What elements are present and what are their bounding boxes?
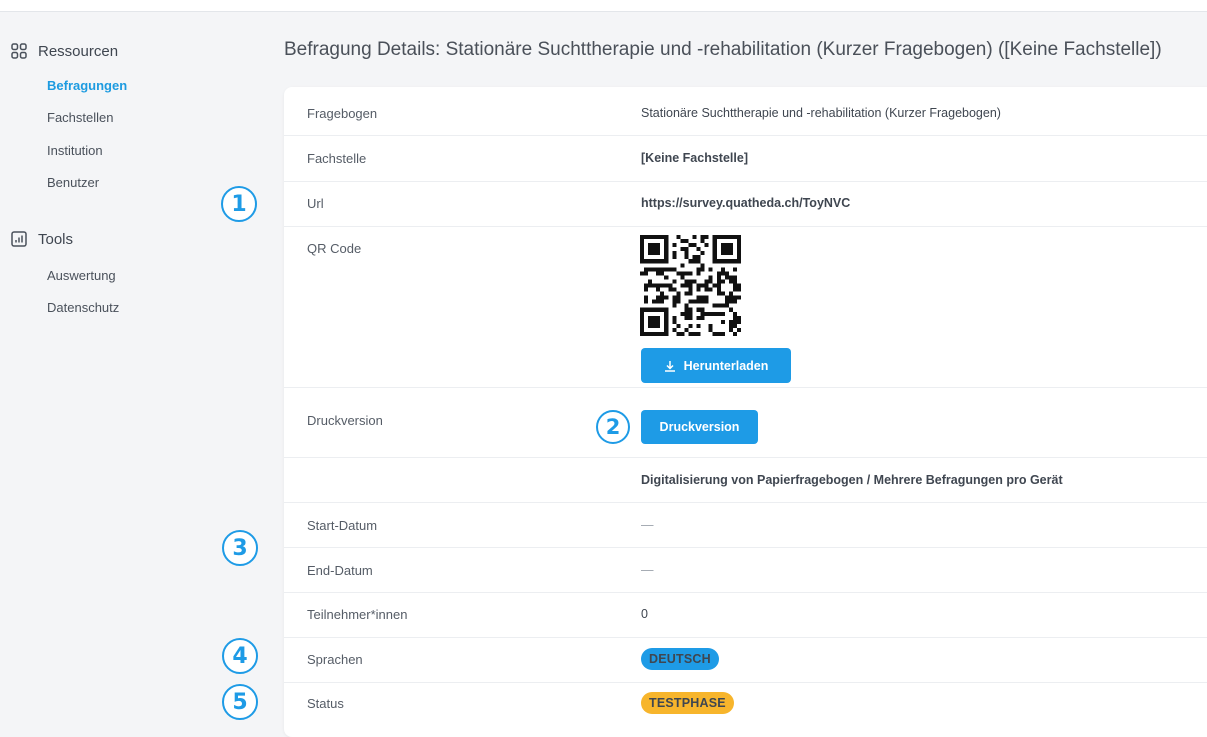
sidebar-item-institution[interactable]: Institution — [47, 143, 103, 158]
status-badge: TESTPHASE — [641, 692, 734, 714]
callout-marker-4: 4 — [222, 638, 258, 674]
row-label: End-Datum — [307, 563, 373, 578]
row-label: Url — [307, 196, 324, 211]
callout-marker-1: 1 — [221, 186, 257, 222]
detail-row-qr-code: QR Code Herunterladen — [284, 226, 1207, 388]
fragebogen-value: Stationäre Suchttherapie und -rehabilita… — [641, 106, 1001, 120]
qr-code-image — [640, 235, 741, 336]
download-icon — [664, 360, 676, 372]
sidebar-group-label: Ressourcen — [38, 42, 119, 60]
row-label: QR Code — [307, 241, 362, 256]
row-label: Teilnehmer*innen — [307, 607, 408, 622]
detail-row-sprachen: Sprachen DEUTSCH — [284, 637, 1207, 683]
sidebar-item-auswertung[interactable]: Auswertung — [47, 268, 116, 283]
detail-row-start-datum: Start-Datum — — [284, 502, 1207, 548]
sidebar-item-befragungen[interactable]: Befragungen — [47, 78, 127, 93]
row-label: Druckversion — [307, 413, 383, 428]
end-datum-value: — — [641, 563, 654, 577]
detail-row-end-datum: End-Datum — — [284, 547, 1207, 593]
detail-row-teilnehmer: Teilnehmer*innen 0 — [284, 592, 1207, 638]
detail-row-druckversion: Druckversion Druckversion — [284, 387, 1207, 458]
detail-row-url: Url https://survey.quatheda.ch/ToyNVC — [284, 181, 1207, 227]
page-title: Befragung Details: Stationäre Suchtthera… — [284, 39, 1162, 60]
chart-icon — [10, 230, 28, 248]
sidebar-item-datenschutz[interactable]: Datenschutz — [47, 300, 119, 315]
language-badge: DEUTSCH — [641, 648, 719, 670]
grid-icon — [10, 42, 28, 60]
row-label: Sprachen — [307, 652, 363, 667]
row-label: Status — [307, 696, 344, 711]
row-label: Fragebogen — [307, 106, 378, 121]
detail-row-status: Status TESTPHASE — [284, 682, 1207, 727]
details-card: Fragebogen Stationäre Suchttherapie und … — [284, 87, 1207, 737]
download-label: Herunterladen — [683, 358, 769, 373]
start-datum-value: — — [641, 518, 654, 532]
row-label: Fachstelle — [307, 151, 367, 166]
sidebar-item-benutzer[interactable]: Benutzer — [47, 175, 99, 190]
survey-url-link[interactable]: https://survey.quatheda.ch/ToyNVC — [641, 196, 850, 210]
callout-marker-2: 2 — [596, 410, 630, 444]
fachstelle-link[interactable]: [Keine Fachstelle] — [641, 151, 748, 165]
row-label: Start-Datum — [307, 518, 378, 533]
druckversion-button[interactable]: Druckversion — [641, 410, 758, 444]
digitalisierung-link[interactable]: Digitalisierung von Papierfragebogen / M… — [641, 473, 1063, 487]
detail-row-digitalisierung: Digitalisierung von Papierfragebogen / M… — [284, 457, 1207, 503]
callout-marker-3: 3 — [222, 530, 258, 566]
detail-row-fragebogen: Fragebogen Stationäre Suchttherapie und … — [284, 87, 1207, 136]
sidebar-group-tools[interactable]: Tools — [10, 230, 73, 248]
top-bar — [0, 0, 1207, 12]
callout-marker-5: 5 — [222, 684, 258, 720]
sidebar-item-fachstellen[interactable]: Fachstellen — [47, 110, 113, 125]
detail-row-fachstelle: Fachstelle [Keine Fachstelle] — [284, 135, 1207, 182]
sidebar-group-label: Tools — [38, 230, 74, 248]
sidebar-group-ressourcen[interactable]: Ressourcen — [10, 42, 118, 60]
sidebar: Ressourcen Befragungen Fachstellen Insti… — [0, 12, 250, 725]
download-qr-button[interactable]: Herunterladen — [641, 348, 791, 383]
teilnehmer-count: 0 — [641, 607, 648, 621]
